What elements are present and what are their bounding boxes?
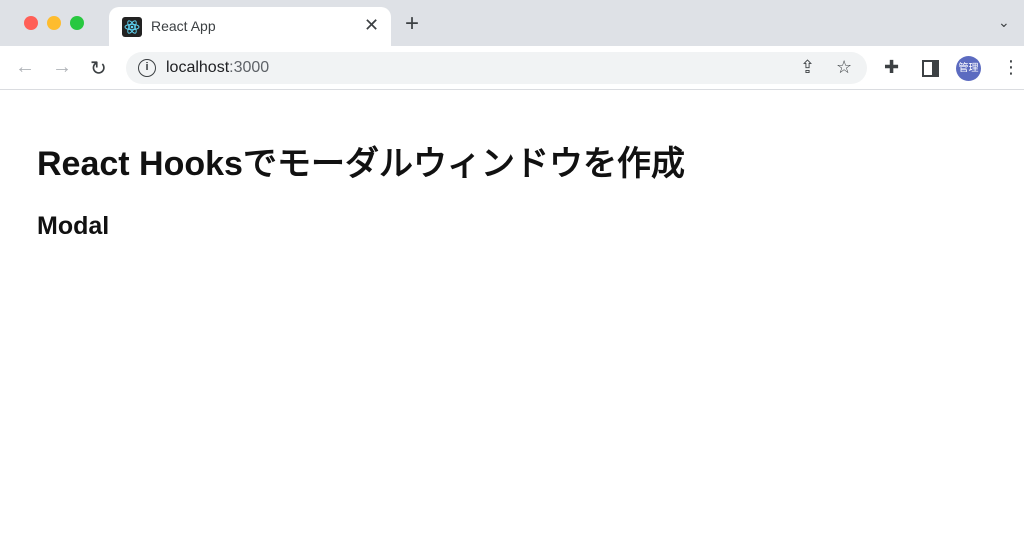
browser-tab[interactable]: React App ✕	[109, 7, 391, 47]
close-window-button[interactable]	[24, 16, 38, 30]
forward-icon[interactable]: →	[52, 56, 72, 79]
tab-title: React App	[151, 18, 216, 34]
url-text: localhost:3000	[166, 59, 269, 77]
chevron-down-icon[interactable]: ⌄	[998, 14, 1010, 31]
info-icon[interactable]: i	[138, 59, 156, 77]
react-logo-icon	[122, 17, 142, 37]
page-title: React Hooksでモーダルウィンドウを作成	[37, 145, 685, 183]
back-icon[interactable]: ←	[15, 56, 35, 79]
reload-icon[interactable]: ↻	[90, 56, 107, 81]
new-tab-icon[interactable]: +	[405, 12, 419, 36]
extensions-icon[interactable]: ✚	[884, 57, 899, 78]
close-tab-icon[interactable]: ✕	[364, 15, 379, 36]
toolbar: ← → ↻ i localhost:3000 ⇪ ☆ ✚ 管理 ⋮	[0, 46, 1024, 90]
section-heading: Modal	[37, 212, 110, 240]
side-panel-icon[interactable]	[922, 60, 939, 77]
share-icon[interactable]: ⇪	[800, 57, 815, 78]
avatar[interactable]: 管理	[956, 56, 981, 81]
address-bar[interactable]: i localhost:3000 ⇪ ☆	[126, 52, 867, 84]
url-host: localhost	[166, 59, 230, 76]
more-menu-icon[interactable]: ⋮	[1002, 57, 1020, 78]
star-icon[interactable]: ☆	[836, 57, 852, 78]
minimize-window-button[interactable]	[47, 16, 61, 30]
maximize-window-button[interactable]	[70, 16, 84, 30]
tab-bar: React App ✕ + ⌄	[0, 0, 1024, 47]
url-port: :3000	[229, 59, 270, 76]
